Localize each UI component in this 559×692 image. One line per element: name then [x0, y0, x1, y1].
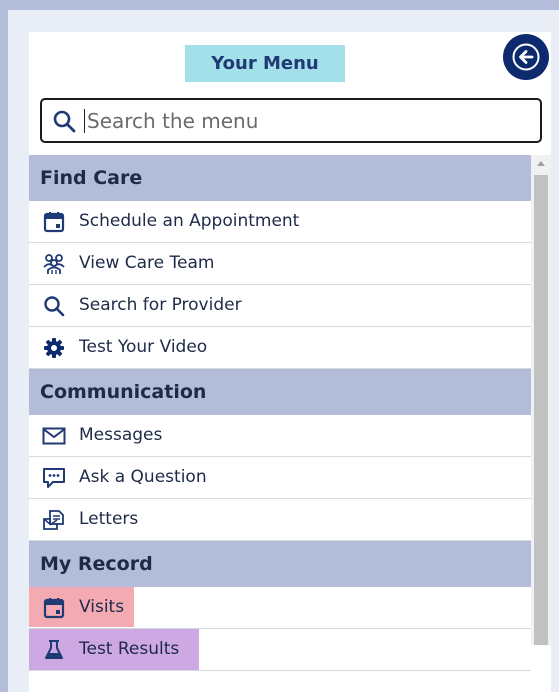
section-header-my-record: My Record	[29, 541, 531, 587]
gear-icon	[44, 337, 64, 358]
menu-item-test-video[interactable]: Test Your Video	[29, 327, 531, 369]
chat-bubble-icon	[43, 467, 65, 488]
menu-panel: Your Menu Find Care S	[29, 32, 551, 692]
menu-item-label: View Care Team	[79, 253, 215, 273]
flask-icon	[45, 639, 63, 659]
menu-item-view-care-team[interactable]: View Care Team	[29, 243, 531, 285]
scrollbar-thumb[interactable]	[534, 175, 548, 645]
letters-icon	[43, 509, 64, 530]
menu-item-schedule-appointment[interactable]: Schedule an Appointment	[29, 201, 531, 243]
menu-item-label: Ask a Question	[79, 467, 207, 487]
section-header-find-care: Find Care	[29, 155, 531, 201]
envelope-icon	[42, 427, 66, 444]
menu-title: Your Menu	[185, 45, 345, 82]
menu-item-ask-question[interactable]: Ask a Question	[29, 457, 531, 499]
menu-item-search-provider[interactable]: Search for Provider	[29, 285, 531, 327]
menu-item-label: Search for Provider	[79, 295, 242, 315]
menu-item-letters[interactable]: Letters	[29, 499, 531, 541]
search-icon	[44, 295, 65, 316]
menu-item-label: Messages	[79, 425, 163, 445]
menu-item-visits[interactable]: Visits	[29, 587, 531, 629]
scrollbar[interactable]	[531, 155, 551, 645]
menu-item-label: Letters	[79, 509, 139, 529]
search-input[interactable]	[84, 108, 524, 133]
care-team-icon	[43, 253, 65, 274]
search-box[interactable]	[40, 98, 542, 143]
scroll-up-arrow-icon[interactable]	[537, 161, 545, 166]
menu-item-label: Test Results	[79, 639, 180, 659]
search-icon	[53, 110, 76, 132]
menu-list: Find Care Schedule an Appointment View C…	[29, 155, 531, 671]
menu-item-label: Test Your Video	[79, 337, 208, 357]
menu-item-label: Schedule an Appointment	[79, 211, 300, 231]
calendar-icon	[43, 597, 65, 618]
menu-item-label: Visits	[79, 597, 125, 617]
menu-item-messages[interactable]: Messages	[29, 415, 531, 457]
calendar-icon	[43, 211, 65, 232]
arrow-left-icon	[512, 43, 540, 71]
section-header-communication: Communication	[29, 369, 531, 415]
back-button[interactable]	[503, 34, 549, 80]
menu-item-test-results[interactable]: Test Results	[29, 629, 531, 671]
